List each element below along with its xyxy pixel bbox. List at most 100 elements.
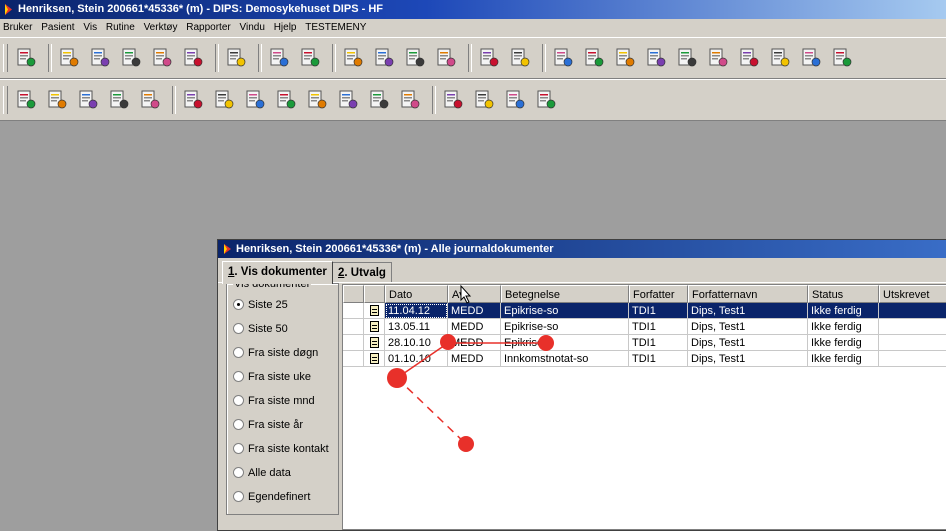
ward-list-icon[interactable] <box>305 88 329 112</box>
menu-vindu[interactable]: Vindu <box>240 22 265 33</box>
column-header-forfatternavn[interactable]: Forfatternavn <box>688 285 808 303</box>
blue-alarm-icon[interactable] <box>150 46 174 70</box>
radio-button-icon[interactable] <box>233 371 244 382</box>
admit-list-icon[interactable] <box>503 88 527 112</box>
column-header-icon[interactable] <box>364 285 385 303</box>
column-header-betegnelse[interactable]: Betegnelse <box>501 285 629 303</box>
documents-grid: Dato Av Betegnelse Forfatter Forfatternavn St… <box>342 284 946 530</box>
document-icon[interactable] <box>372 46 396 70</box>
admit-doc-icon[interactable] <box>472 88 496 112</box>
radio-button-icon[interactable] <box>233 443 244 454</box>
radio-alle-data[interactable]: Alle data <box>233 465 291 481</box>
row-indicator[interactable] <box>343 303 364 319</box>
patient-search-icon[interactable] <box>88 46 112 70</box>
patient-list-icon[interactable] <box>14 88 38 112</box>
patient-edit-icon[interactable] <box>138 88 162 112</box>
menu-hjelp[interactable]: Hjelp <box>274 22 297 33</box>
patient-doc-icon[interactable] <box>76 88 100 112</box>
heart-icon[interactable] <box>403 46 427 70</box>
radio-fra-siste-uke[interactable]: Fra siste uke <box>233 369 311 385</box>
form-icon[interactable] <box>298 46 322 70</box>
tab-utvalg[interactable]: 2. Utvalg <box>332 262 392 283</box>
menu-pasient[interactable]: Pasient <box>41 22 74 33</box>
admit-icon[interactable] <box>441 88 465 112</box>
ward-add-icon[interactable] <box>243 88 267 112</box>
group-icon-glyph <box>771 48 790 67</box>
radio-fra-siste-mnd[interactable]: Fra siste mnd <box>233 393 315 409</box>
pen-icon[interactable] <box>582 46 606 70</box>
radio-siste-50[interactable]: Siste 50 <box>233 321 288 337</box>
group-icon[interactable] <box>768 46 792 70</box>
column-header-utskrevet[interactable]: Utskrevet <box>879 285 946 303</box>
medication-icon[interactable] <box>613 46 637 70</box>
menu-testemeny[interactable]: TESTEMENY <box>305 22 366 33</box>
radio-egendefinert[interactable]: Egendefinert <box>233 489 310 505</box>
radio-button-icon[interactable] <box>233 395 244 406</box>
lock-icon[interactable] <box>57 46 81 70</box>
users-icon[interactable] <box>737 46 761 70</box>
column-header-indicator[interactable] <box>343 285 364 303</box>
cell-utskrevet <box>879 335 946 351</box>
folder-open-icon[interactable] <box>367 88 391 112</box>
tab-vis-dokumenter[interactable]: 1. Vis dokumenter <box>222 261 333 284</box>
radio-siste-25[interactable]: Siste 25 <box>233 297 288 313</box>
table-row[interactable]: 13.05.11 MEDD Epikrise-so TDI1 Dips, Test1 Ik… <box>343 319 946 335</box>
ward-transfer-icon[interactable] <box>336 88 360 112</box>
radio-fra-siste-kontakt[interactable]: Fra siste kontakt <box>233 441 329 457</box>
menu-verktoy[interactable]: Verktøy <box>144 22 178 33</box>
row-indicator[interactable] <box>343 335 364 351</box>
green-alarm-icon[interactable] <box>181 46 205 70</box>
ward-move-icon-glyph <box>215 90 234 109</box>
list-edit-icon[interactable] <box>477 46 501 70</box>
column-header-status[interactable]: Status <box>808 285 879 303</box>
table-row[interactable]: 01.10.10 MEDD Innkomstnotat-so TDI1 Dips, Te… <box>343 351 946 367</box>
main-toolbar <box>0 37 946 79</box>
menu-bruker[interactable]: Bruker <box>3 22 32 33</box>
toolbar-grip[interactable] <box>3 86 8 114</box>
patients-icon[interactable] <box>107 88 131 112</box>
radio-button-icon[interactable] <box>233 419 244 430</box>
menu-rutine[interactable]: Rutine <box>106 22 135 33</box>
table-row[interactable]: 28.10.10 MEDD Epikrise TDI1 Dips, Test1 Ikke … <box>343 335 946 351</box>
group2-icon[interactable] <box>799 46 823 70</box>
radio-button-icon[interactable] <box>233 467 244 478</box>
exit-icon[interactable] <box>14 46 38 70</box>
cell-forfatternavn: Dips, Test1 <box>688 319 808 335</box>
ward-icon[interactable] <box>181 88 205 112</box>
column-header-forfatter[interactable]: Forfatter <box>629 285 688 303</box>
list-add-icon[interactable] <box>508 46 532 70</box>
barcode-icon[interactable] <box>830 46 854 70</box>
list-add-icon-glyph <box>511 48 530 67</box>
report-icon[interactable] <box>644 46 668 70</box>
menu-vis[interactable]: Vis <box>83 22 97 33</box>
address-book-icon[interactable] <box>267 46 291 70</box>
radio-button-icon[interactable] <box>233 323 244 334</box>
calendar-icon[interactable] <box>675 46 699 70</box>
toolbar-grip[interactable] <box>3 44 8 72</box>
table-row[interactable]: 11.04.12 MEDD Epikrise-so TDI1 Dips, Test1 Ik… <box>343 303 946 319</box>
ward-doc-icon[interactable] <box>274 88 298 112</box>
radio-button-icon[interactable] <box>233 347 244 358</box>
search-doc-icon[interactable] <box>706 46 730 70</box>
radio-fra-siste-d-gn[interactable]: Fra siste døgn <box>233 345 318 361</box>
transfer-icon[interactable] <box>434 46 458 70</box>
ward-move-icon[interactable] <box>212 88 236 112</box>
patient-add-icon[interactable] <box>45 88 69 112</box>
medication-icon-glyph <box>616 48 635 67</box>
folder-icon[interactable] <box>341 46 365 70</box>
column-header-av[interactable]: Av <box>448 285 501 303</box>
column-header-dato[interactable]: Dato <box>385 285 448 303</box>
bed-icon[interactable] <box>551 46 575 70</box>
app-titlebar: Henriksen, Stein 200661*45336* (m) - DIP… <box>0 0 946 19</box>
radio-button-icon[interactable] <box>233 299 244 310</box>
radio-fra-siste-r[interactable]: Fra siste år <box>233 417 303 433</box>
tree-icon[interactable] <box>119 46 143 70</box>
menu-rapporter[interactable]: Rapporter <box>186 22 230 33</box>
row-indicator[interactable] <box>343 351 364 367</box>
dips-logo-icon <box>5 4 12 15</box>
lab-icon[interactable] <box>224 46 248 70</box>
row-indicator[interactable] <box>343 319 364 335</box>
radio-button-icon[interactable] <box>233 491 244 502</box>
ward-sort-icon[interactable] <box>398 88 422 112</box>
admit-edit-icon[interactable] <box>534 88 558 112</box>
